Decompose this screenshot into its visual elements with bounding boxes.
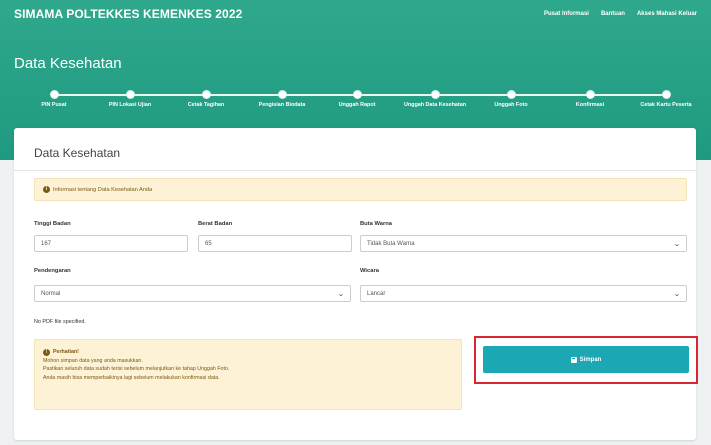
color-blind-label: Buta Warna xyxy=(360,221,392,227)
step-label: Cetak Tagihan xyxy=(187,102,225,108)
step-dot xyxy=(352,90,362,99)
warning-header: ! Perhatian! xyxy=(43,348,453,357)
height-value: 167 xyxy=(41,240,52,247)
step-pin-pusat[interactable]: PIN Pusat xyxy=(14,88,94,109)
step-dot xyxy=(201,90,211,99)
step-konfirmasi[interactable]: Konfirmasi xyxy=(550,88,630,109)
top-bar: SIMAMA POLTEKKES KEMENKES 2022 Pusat Inf… xyxy=(14,6,697,22)
hearing-value: Normal xyxy=(41,290,61,297)
step-kesehatan[interactable]: Unggah Data Kesehatan xyxy=(395,88,475,109)
info-text: Informasi tentang Data Kesehatan Anda xyxy=(53,186,153,193)
step-label: Cetak Kartu Peserta xyxy=(640,102,692,108)
step-label: Unggah Foto xyxy=(494,102,528,108)
hearing-label: Pendengaran xyxy=(34,268,71,274)
step-label: Konfirmasi xyxy=(575,102,605,108)
step-label: Unggah Data Kesehatan xyxy=(403,102,466,108)
color-blind-select[interactable]: Tidak Buta Warna ⌄ xyxy=(360,235,687,252)
step-foto[interactable]: Unggah Foto xyxy=(471,88,551,109)
step-dot xyxy=(506,90,516,99)
step-label: PIN Lokasi Ujian xyxy=(108,102,152,108)
warning-line: Mohon simpan data yang anda masukkan. xyxy=(43,357,143,364)
card-title: Data Kesehatan xyxy=(34,146,121,160)
top-nav: Pusat Informasi Bantuan Akses Mahasi Kel… xyxy=(544,11,697,17)
color-blind-value: Tidak Buta Warna xyxy=(367,240,415,247)
health-data-card: Data Kesehatan i Informasi tentang Data … xyxy=(14,128,698,440)
step-pin-lokasi[interactable]: PIN Lokasi Ujian xyxy=(90,88,170,109)
warning-line: Anda masih bisa memperbaikinya lagi sebe… xyxy=(43,374,220,381)
exclamation-icon: ! xyxy=(43,348,50,356)
speech-value: Lancar xyxy=(367,290,386,297)
hearing-select[interactable]: Normal ⌄ xyxy=(34,285,351,302)
weight-input[interactable]: 65 xyxy=(198,235,352,252)
chevron-down-icon: ⌄ xyxy=(673,240,681,248)
nav-link-help[interactable]: Bantuan xyxy=(601,11,625,17)
weight-value: 65 xyxy=(205,240,212,247)
step-dot xyxy=(49,90,59,99)
info-alert: i Informasi tentang Data Kesehatan Anda xyxy=(34,178,687,201)
step-label: Unggah Rapot xyxy=(338,102,376,108)
warning-alert: ! Perhatian! Mohon simpan data yang anda… xyxy=(34,339,462,410)
step-cetak-kartu[interactable]: Cetak Kartu Peserta xyxy=(626,88,706,109)
step-label: Pengisian Biodata xyxy=(258,102,306,108)
chevron-down-icon: ⌄ xyxy=(337,290,345,298)
step-cetak-tagihan[interactable]: Cetak Tagihan xyxy=(166,88,246,109)
speech-label: Wicara xyxy=(360,268,379,274)
height-input[interactable]: 167 xyxy=(34,235,188,252)
nav-link-account[interactable]: Akses Mahasi Keluar xyxy=(637,11,697,17)
card-divider xyxy=(14,170,696,171)
weight-label: Berat Badan xyxy=(198,221,233,227)
save-button[interactable]: Simpan xyxy=(483,346,689,373)
info-icon: i xyxy=(43,186,50,193)
step-label: PIN Pusat xyxy=(41,102,67,108)
warning-line: Pastikan seluruh data sudah terisi sebel… xyxy=(43,366,230,373)
step-rapot[interactable]: Unggah Rapot xyxy=(317,88,397,109)
progress-stepper: PIN Pusat PIN Lokasi Ujian Cetak Tagihan… xyxy=(30,88,692,128)
pdf-note: No PDF file specified. xyxy=(34,319,86,325)
step-dot xyxy=(430,90,440,99)
app-title: SIMAMA POLTEKKES KEMENKES 2022 xyxy=(14,7,243,21)
step-dot xyxy=(661,90,671,99)
height-label: Tinggi Badan xyxy=(34,221,71,227)
speech-select[interactable]: Lancar ⌄ xyxy=(360,285,687,302)
floppy-icon xyxy=(570,356,577,363)
chevron-down-icon: ⌄ xyxy=(673,290,681,298)
save-label: Simpan xyxy=(579,356,602,363)
highlight-box: Simpan xyxy=(474,336,698,384)
step-dot xyxy=(585,90,595,99)
step-dot xyxy=(125,90,135,99)
warning-title: Perhatian! xyxy=(53,349,79,355)
step-biodata[interactable]: Pengisian Biodata xyxy=(242,88,322,109)
nav-link-info[interactable]: Pusat Informasi xyxy=(544,11,589,17)
page-title: Data Kesehatan xyxy=(14,55,122,72)
step-dot xyxy=(277,90,287,99)
